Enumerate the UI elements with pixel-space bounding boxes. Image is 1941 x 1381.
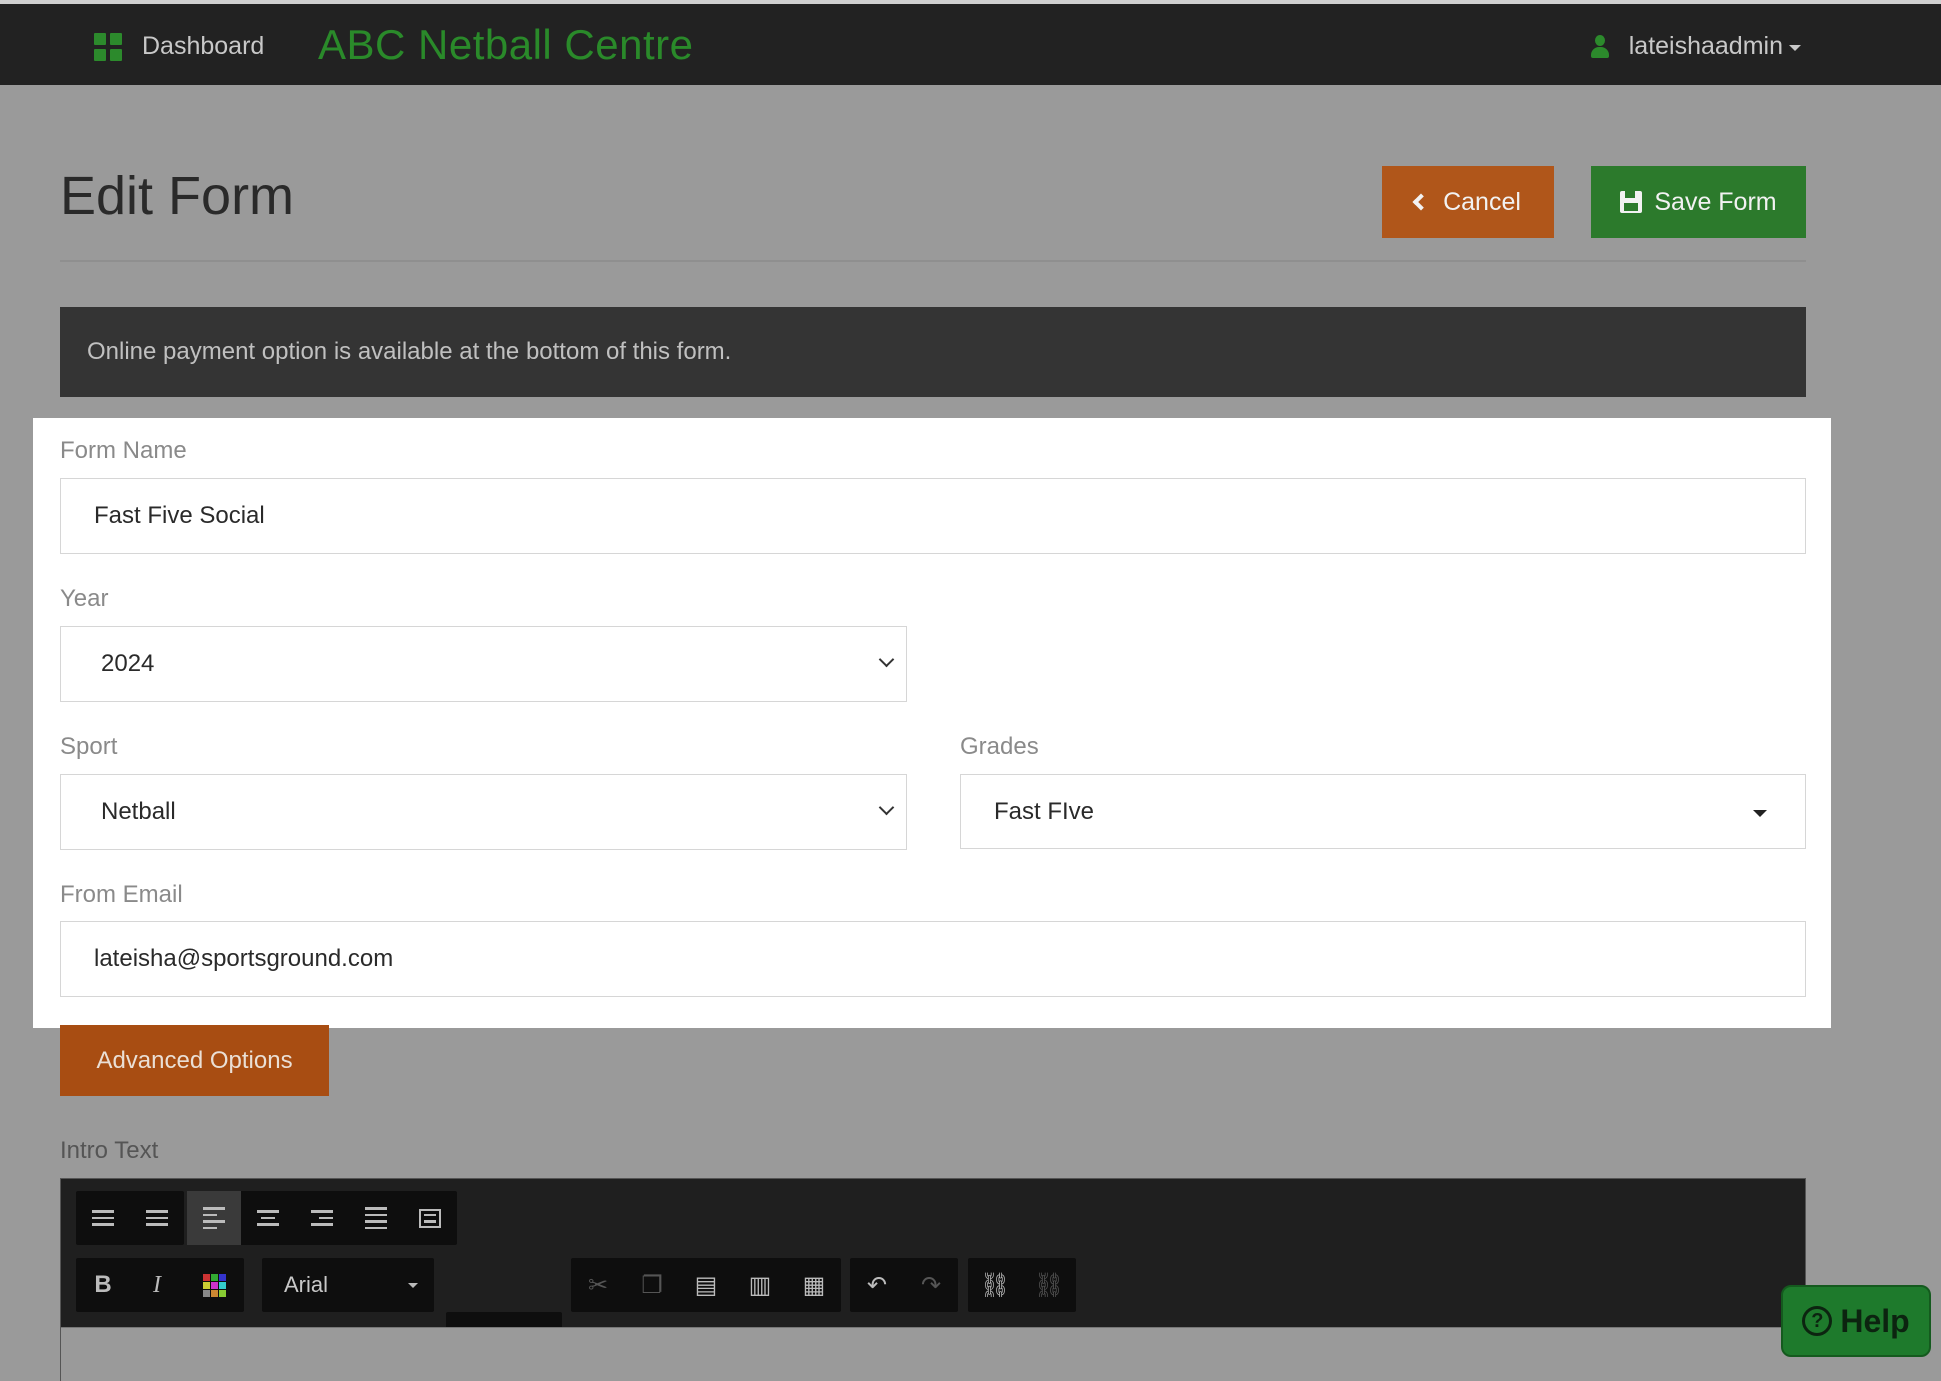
chevron-left-icon: [1412, 193, 1430, 211]
payment-notice: Online payment option is available at th…: [60, 307, 1806, 397]
year-label: Year: [60, 585, 109, 612]
paste-text-button[interactable]: ▥: [733, 1258, 787, 1312]
bold-button[interactable]: B: [76, 1258, 130, 1312]
format-toolbar-group: B I: [76, 1258, 244, 1312]
divider: [60, 260, 1806, 262]
user-icon: [1590, 34, 1609, 59]
insert-link-button[interactable]: ⛓: [968, 1258, 1022, 1312]
align-left-icon: [203, 1207, 225, 1229]
grades-select[interactable]: Fast FIve: [960, 774, 1806, 849]
rich-text-editor: B I Arial 14px ✂ ❐ ▤ ▥ ▦ ↶ ↷ ⛓ ⛓: [60, 1178, 1807, 1381]
align-right-icon: [311, 1210, 333, 1226]
ordered-list-icon: [92, 1210, 114, 1226]
font-family-value: Arial: [284, 1272, 329, 1297]
italic-button[interactable]: I: [130, 1258, 184, 1312]
unlink-button[interactable]: ⛓: [1022, 1258, 1076, 1312]
justify-icon: [365, 1207, 387, 1229]
form-name-input[interactable]: Fast Five Social: [60, 478, 1806, 554]
unlink-icon: ⛓: [1033, 1271, 1065, 1299]
ordered-list-button[interactable]: [76, 1191, 130, 1245]
paste-word-icon: ▦: [802, 1271, 826, 1299]
indent-button[interactable]: [403, 1191, 457, 1245]
page-title: Edit Form: [60, 166, 295, 226]
align-left-button[interactable]: [187, 1191, 241, 1245]
align-right-button[interactable]: [295, 1191, 349, 1245]
from-email-value: lateisha@sportsground.com: [94, 945, 394, 972]
help-label: Help: [1840, 1302, 1910, 1339]
italic-icon: I: [153, 1271, 161, 1298]
cut-icon: ✂: [587, 1271, 609, 1299]
save-icon: [1620, 191, 1643, 213]
save-form-button[interactable]: Save Form: [1591, 166, 1806, 238]
unordered-list-icon: [146, 1210, 168, 1226]
copy-button[interactable]: ❐: [625, 1258, 679, 1312]
from-email-input[interactable]: lateisha@sportsground.com: [60, 921, 1806, 997]
chevron-down-icon: [878, 799, 895, 816]
link-toolbar-group: ⛓ ⛓: [968, 1258, 1076, 1312]
indent-icon: [419, 1208, 441, 1228]
grades-label: Grades: [960, 733, 1039, 760]
cancel-button[interactable]: Cancel: [1382, 166, 1554, 238]
color-palette-icon: [202, 1273, 226, 1297]
sport-label: Sport: [60, 733, 118, 760]
advanced-options-label: Advanced Options: [96, 1046, 293, 1074]
align-center-button[interactable]: [241, 1191, 295, 1245]
justify-button[interactable]: [349, 1191, 403, 1245]
copy-icon: ❐: [641, 1271, 663, 1299]
paste-icon: ▤: [694, 1271, 718, 1299]
undo-button[interactable]: ↶: [850, 1258, 904, 1312]
editor-content-area[interactable]: [61, 1327, 1807, 1381]
question-icon: ?: [1802, 1306, 1833, 1336]
caret-down-icon: [1753, 810, 1767, 817]
cancel-label: Cancel: [1443, 187, 1521, 216]
align-center-icon: [257, 1210, 279, 1226]
clipboard-toolbar-group: ✂ ❐ ▤ ▥ ▦: [571, 1258, 841, 1312]
year-select[interactable]: 2024: [60, 626, 907, 702]
navbar: Dashboard ABC Netball Centre lateishaadm…: [0, 4, 1941, 85]
username: lateishaadmin: [1628, 32, 1783, 60]
paste-text-icon: ▥: [748, 1271, 772, 1299]
user-menu[interactable]: lateishaadmin: [1590, 32, 1801, 61]
dashboard-link[interactable]: Dashboard: [94, 32, 264, 61]
caret-down-icon: [408, 1283, 418, 1288]
from-email-label: From Email: [60, 881, 183, 908]
align-toolbar-group: [187, 1191, 457, 1245]
undo-icon: ↶: [866, 1271, 888, 1299]
chevron-down-icon: [878, 651, 895, 668]
intro-text-label: Intro Text: [60, 1137, 159, 1164]
save-label: Save Form: [1654, 187, 1777, 216]
form-name-value: Fast Five Social: [94, 502, 265, 529]
text-color-button[interactable]: [184, 1258, 244, 1312]
font-family-select[interactable]: Arial: [262, 1258, 434, 1312]
bold-icon: B: [94, 1271, 112, 1298]
caret-down-icon: [1789, 44, 1801, 51]
paste-word-button[interactable]: ▦: [787, 1258, 841, 1312]
list-toolbar-group: [76, 1191, 184, 1245]
history-toolbar-group: ↶ ↷: [850, 1258, 958, 1312]
grades-value: Fast FIve: [994, 797, 1095, 825]
advanced-options-button[interactable]: Advanced Options: [60, 1025, 329, 1096]
year-value: 2024: [101, 650, 155, 677]
link-icon: ⛓: [979, 1271, 1011, 1299]
help-button[interactable]: ? Help: [1781, 1285, 1931, 1357]
sport-select[interactable]: Netball: [60, 774, 907, 850]
form-name-label: Form Name: [60, 437, 187, 464]
redo-icon: ↷: [920, 1271, 942, 1299]
unordered-list-button[interactable]: [130, 1191, 184, 1245]
dashboard-label: Dashboard: [142, 32, 265, 60]
dashboard-grid-icon: [94, 32, 122, 61]
cut-button[interactable]: ✂: [571, 1258, 625, 1312]
brand-title[interactable]: ABC Netball Centre: [318, 21, 694, 69]
paste-button[interactable]: ▤: [679, 1258, 733, 1312]
sport-value: Netball: [101, 798, 176, 825]
redo-button[interactable]: ↷: [904, 1258, 958, 1312]
